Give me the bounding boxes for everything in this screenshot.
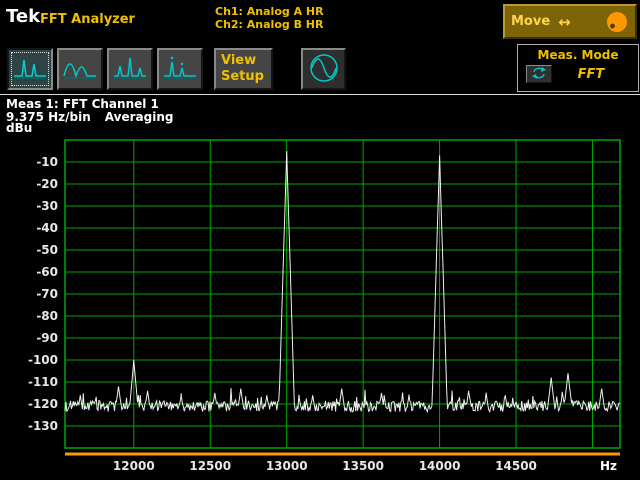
y-tick-label: -60 <box>36 265 58 279</box>
knob-icon <box>605 10 629 34</box>
view-setup-label-line2: Setup <box>221 69 264 84</box>
tek-logo: Tek <box>6 6 40 27</box>
meas-mode-panel: Meas. Mode FFT <box>517 44 639 92</box>
channel-1-info: Ch1: Analog A HR <box>215 5 324 18</box>
spectrum-icon-3 <box>112 54 148 85</box>
x-tick-label: 12500 <box>189 459 231 473</box>
signal-path-button[interactable] <box>301 48 346 90</box>
y-tick-label: -20 <box>36 177 58 191</box>
move-label: Move <box>511 14 550 29</box>
x-tick-label: 13000 <box>266 459 308 473</box>
x-tick-label: 14000 <box>419 459 461 473</box>
x-tick-label: 14500 <box>495 459 537 473</box>
separator-line <box>0 94 640 95</box>
y-tick-label: -50 <box>36 243 58 257</box>
left-right-arrow-icon: ↔ <box>558 13 571 31</box>
y-tick-label: -80 <box>36 309 58 323</box>
spectrum-chart: -10 -20 -30 -40 -50 -60 -70 -80 -90 -100 -110 -120 -… <box>0 120 640 480</box>
fft-trace <box>65 151 620 412</box>
display-select-button-1[interactable] <box>7 48 53 90</box>
y-tick-label: -70 <box>36 287 58 301</box>
channel-info: Ch1: Analog A HR Ch2: Analog B HR <box>215 5 324 31</box>
y-tick-label: -130 <box>28 419 58 433</box>
y-tick-label: -10 <box>36 155 58 169</box>
x-tick-label: 13500 <box>342 459 384 473</box>
channel-2-info: Ch2: Analog B HR <box>215 18 324 31</box>
display-select-button-2[interactable] <box>57 48 103 90</box>
view-setup-button[interactable]: View Setup <box>214 48 273 90</box>
y-tick-label: -100 <box>28 353 58 367</box>
meas-mode-value: FFT <box>552 67 630 82</box>
y-unit-label: dBu <box>6 121 32 135</box>
meas-mode-cycle-button[interactable] <box>526 65 552 83</box>
app-title: FFT Analyzer <box>40 12 135 27</box>
spectrum-icon-2 <box>62 54 98 85</box>
display-select-button-3[interactable] <box>107 48 153 90</box>
cycle-icon <box>530 65 548 84</box>
x-tick-label: 12000 <box>113 459 155 473</box>
view-setup-label-line1: View <box>221 53 256 68</box>
sine-wave-icon <box>308 52 340 87</box>
meas-title: Meas 1: FFT Channel 1 <box>6 97 159 111</box>
x-unit-label: Hz <box>600 459 617 473</box>
fft-analyzer-screen: Tek FFT Analyzer Ch1: Analog A HR Ch2: A… <box>0 0 640 480</box>
spectrum-icon-4 <box>162 54 198 85</box>
spectrum-icon-1 <box>12 54 48 85</box>
y-tick-label: -30 <box>36 199 58 213</box>
meas-mode-label: Meas. Mode <box>518 48 638 62</box>
y-tick-label: -40 <box>36 221 58 235</box>
y-tick-label: -110 <box>28 375 58 389</box>
display-select-button-4[interactable] <box>157 48 203 90</box>
y-tick-label: -120 <box>28 397 58 411</box>
y-tick-label: -90 <box>36 331 58 345</box>
move-button[interactable]: Move ↔ <box>503 4 637 39</box>
